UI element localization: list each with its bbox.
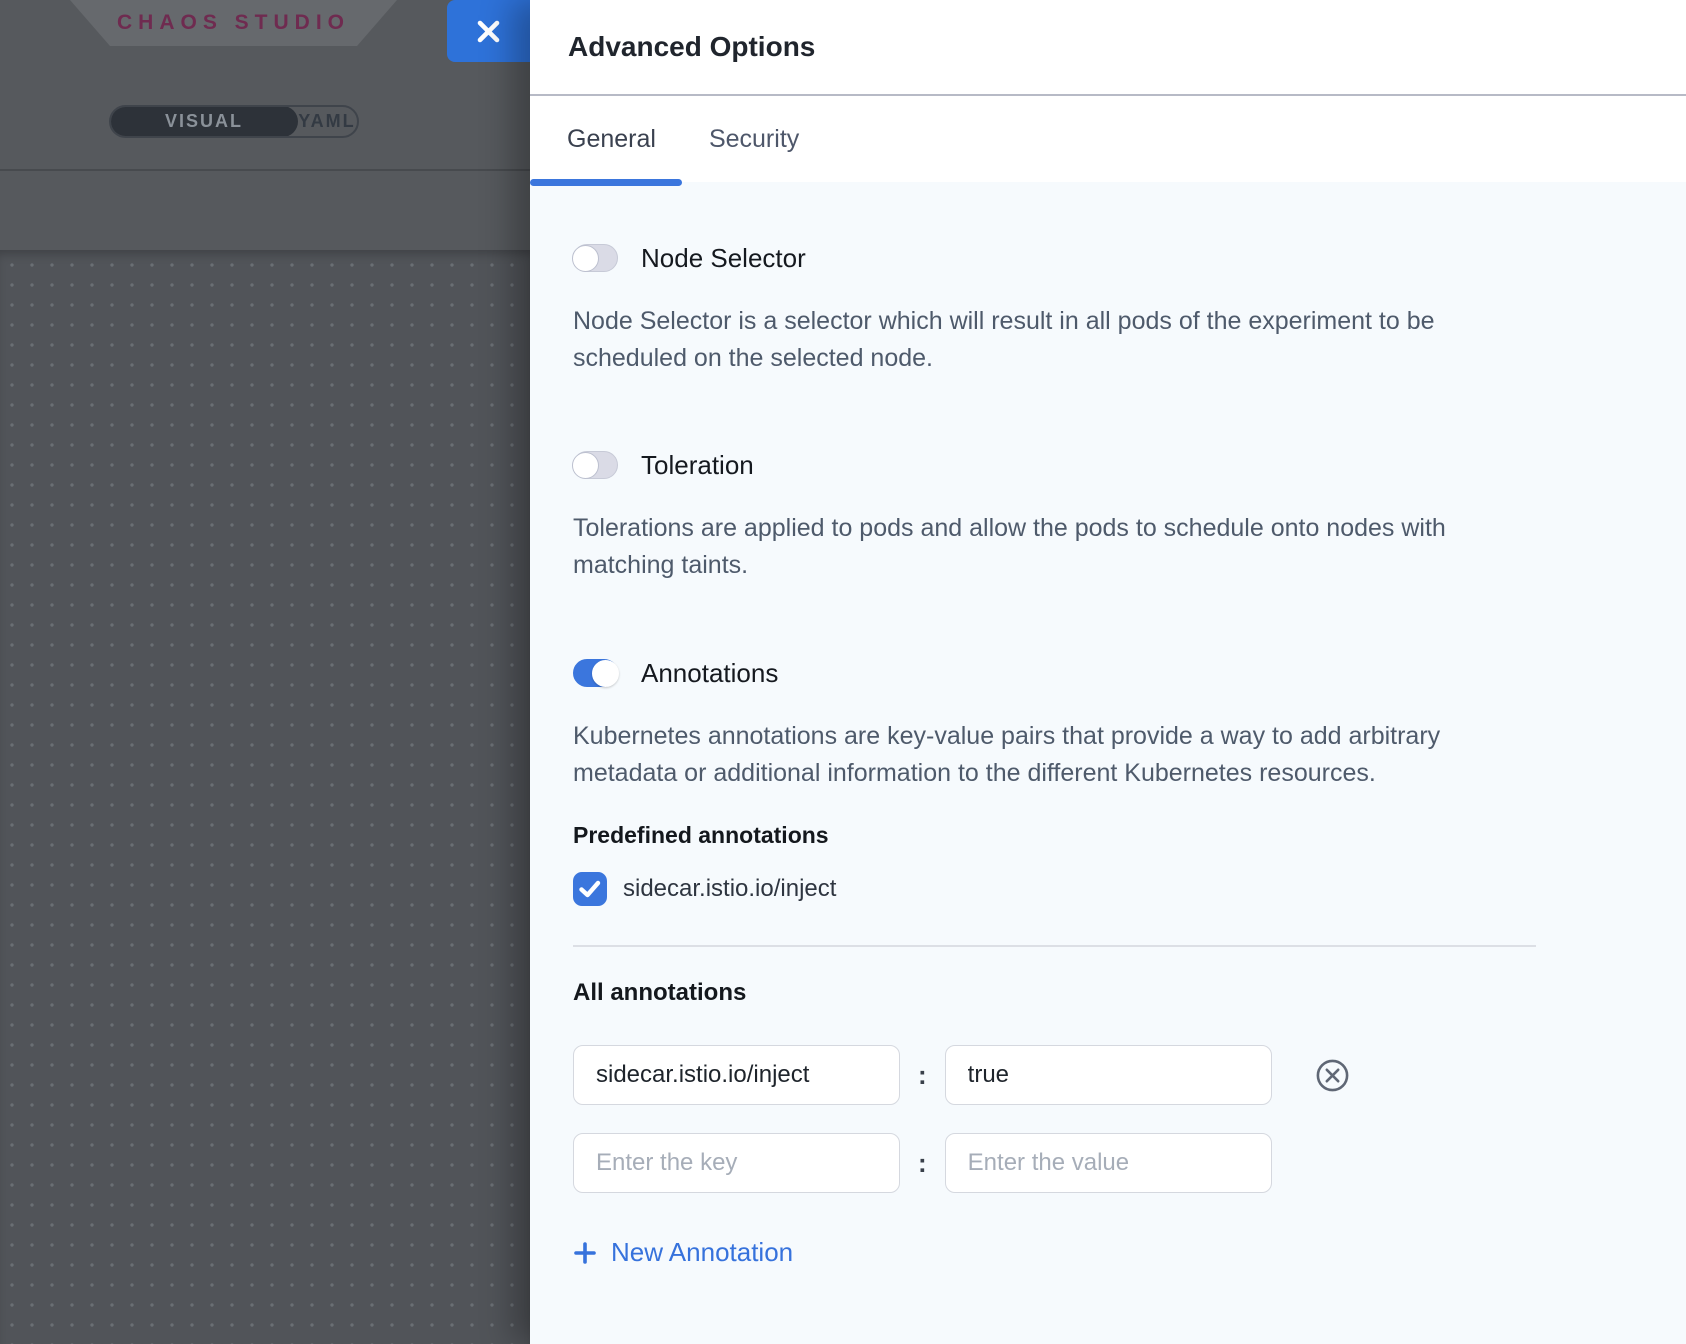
- annotation-value-input[interactable]: [945, 1045, 1272, 1105]
- toleration-row: Toleration: [573, 448, 1536, 482]
- annotation-key-input[interactable]: [573, 1045, 900, 1105]
- new-annotation-label: New Annotation: [611, 1237, 793, 1268]
- toleration-toggle[interactable]: [573, 451, 618, 479]
- app-window: CHAOS STUDIO VISUAL YAML Advanced Option…: [0, 0, 1686, 1344]
- section-divider: [573, 945, 1536, 947]
- tab-general[interactable]: General: [567, 125, 656, 154]
- toggle-knob: [592, 660, 619, 687]
- predefined-annotations-heading: Predefined annotations: [573, 822, 1536, 849]
- annotation-key-input[interactable]: [573, 1133, 900, 1193]
- chaos-studio-canvas: CHAOS STUDIO VISUAL YAML: [0, 0, 530, 1344]
- check-icon: [579, 880, 601, 898]
- panel-tabs: General Security: [530, 96, 1686, 182]
- annotations-description: Kubernetes annotations are key-value pai…: [573, 718, 1536, 792]
- toggle-knob: [572, 452, 599, 479]
- sidecar-inject-checkbox-label: sidecar.istio.io/inject: [623, 875, 836, 903]
- close-icon: [475, 18, 502, 45]
- visual-yaml-switcher: VISUAL YAML: [109, 105, 359, 138]
- panel-header: Advanced Options: [530, 0, 1686, 96]
- page-title: Advanced Options: [568, 31, 815, 63]
- toleration-description: Tolerations are applied to pods and allo…: [573, 510, 1536, 584]
- annotations-toggle[interactable]: [573, 659, 618, 687]
- visual-view-button[interactable]: VISUAL: [110, 106, 298, 137]
- close-panel-button[interactable]: [447, 0, 530, 62]
- experiment-dot-grid-canvas: [0, 250, 530, 1344]
- active-tab-underline: [530, 179, 682, 186]
- node-selector-description: Node Selector is a selector which will r…: [573, 303, 1536, 377]
- annotation-value-input[interactable]: [945, 1133, 1272, 1193]
- chaos-studio-banner-label: CHAOS STUDIO: [117, 11, 350, 35]
- node-selector-toggle[interactable]: [573, 244, 618, 272]
- new-annotation-button[interactable]: New Annotation: [573, 1237, 793, 1268]
- annotations-label: Annotations: [641, 658, 778, 689]
- remove-circle-x-icon: [1314, 1057, 1351, 1094]
- remove-annotation-button[interactable]: [1314, 1057, 1351, 1094]
- toleration-label: Toleration: [641, 450, 754, 481]
- toolbar-divider: [0, 169, 530, 171]
- key-value-separator: :: [918, 1060, 927, 1091]
- predefined-annotation-item: sidecar.istio.io/inject: [573, 872, 1536, 906]
- node-selector-row: Node Selector: [573, 241, 1536, 275]
- tab-security[interactable]: Security: [709, 125, 799, 154]
- key-value-separator: :: [918, 1148, 927, 1179]
- annotations-row: Annotations: [573, 656, 1536, 690]
- chaos-studio-banner: CHAOS STUDIO: [70, 0, 397, 46]
- plus-icon: [573, 1241, 597, 1265]
- sidecar-inject-checkbox[interactable]: [573, 872, 607, 906]
- all-annotations-heading: All annotations: [573, 979, 1536, 1007]
- toggle-knob: [572, 245, 599, 272]
- annotation-row: :: [573, 1133, 1536, 1193]
- advanced-options-panel: Advanced Options General Security Node S…: [530, 0, 1686, 1344]
- yaml-view-button[interactable]: YAML: [297, 107, 357, 136]
- node-selector-label: Node Selector: [641, 243, 806, 274]
- annotation-row: :: [573, 1045, 1536, 1105]
- general-tab-content: Node Selector Node Selector is a selecto…: [530, 182, 1686, 1308]
